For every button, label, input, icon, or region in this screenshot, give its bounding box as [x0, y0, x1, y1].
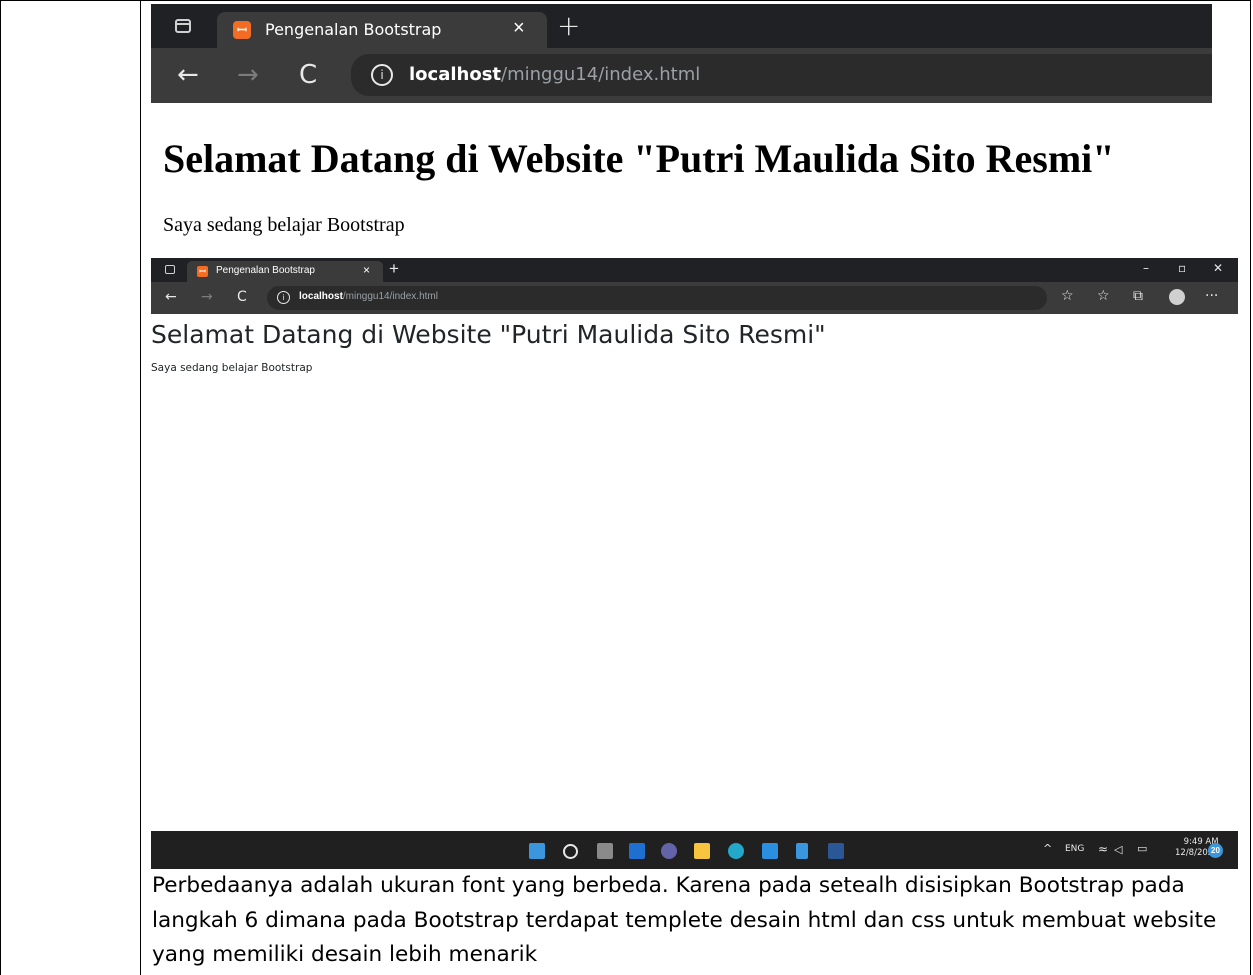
xampp-favicon-icon: ꟷ — [233, 21, 251, 39]
notification-badge[interactable]: 20 — [1208, 843, 1223, 858]
url-text: localhost/minggu14/index.html — [299, 291, 438, 302]
minimize-icon[interactable]: – — [1143, 261, 1149, 275]
tab-strip: ꟷ Pengenalan Bootstrap × + — [151, 4, 1212, 48]
teams-chat-icon[interactable] — [661, 843, 677, 859]
url-host: localhost — [299, 291, 343, 302]
back-icon[interactable]: ← — [177, 60, 199, 90]
language-indicator[interactable]: ENG — [1065, 844, 1084, 854]
tab-pengenalan-bootstrap[interactable]: ꟷ Pengenalan Bootstrap × — [187, 261, 383, 282]
tab-actions-icon[interactable] — [175, 19, 191, 33]
explanation-caption: Perbedaanya adalah ukuran font yang berb… — [152, 873, 1217, 967]
table-column-divider — [140, 0, 141, 975]
notepad-icon[interactable] — [796, 843, 808, 859]
url-path: /minggu14/index.html — [342, 291, 438, 302]
edge-icon[interactable] — [728, 843, 744, 859]
address-bar[interactable]: i localhost/minggu14/index.html — [351, 54, 1212, 96]
back-icon[interactable]: ← — [165, 289, 177, 305]
tab-actions-icon[interactable] — [165, 265, 175, 274]
close-tab-icon[interactable]: × — [363, 263, 370, 277]
tab-title: Pengenalan Bootstrap — [216, 265, 315, 276]
more-menu-icon[interactable]: ··· — [1205, 288, 1218, 304]
tab-strip: ꟷ Pengenalan Bootstrap × + – ▫ ✕ — [151, 258, 1238, 282]
profile-avatar-icon[interactable] — [1169, 289, 1185, 305]
close-tab-icon[interactable]: × — [513, 17, 525, 40]
windows-taskbar: ^ ENG ≈ ◁ ▭ 9:49 AM 12/8/2021 20 — [151, 831, 1238, 869]
start-icon[interactable] — [529, 843, 545, 859]
forward-icon[interactable]: → — [201, 289, 213, 305]
page-heading-bootstrap: Selamat Datang di Website "Putri Maulida… — [151, 320, 826, 349]
browser-screenshot-zoomed: ꟷ Pengenalan Bootstrap × + ← → C i local… — [151, 4, 1212, 103]
address-bar[interactable]: i localhost/minggu14/index.html — [267, 286, 1047, 310]
new-tab-icon[interactable]: + — [389, 259, 399, 279]
page-heading-plain: Selamat Datang di Website "Putri Maulida… — [163, 136, 1115, 181]
site-info-icon[interactable]: i — [371, 64, 393, 86]
add-favorite-icon[interactable]: ☆ — [1061, 288, 1074, 304]
reload-icon[interactable]: C — [237, 289, 247, 305]
page-paragraph-plain: Saya sedang belajar Bootstrap — [163, 214, 405, 236]
close-window-icon[interactable]: ✕ — [1213, 261, 1223, 275]
tab-title: Pengenalan Bootstrap — [265, 20, 442, 39]
navigation-bar: ← → C i localhost/minggu14/index.html — [151, 48, 1212, 103]
widgets-icon[interactable] — [629, 843, 645, 859]
volume-icon[interactable]: ◁ — [1114, 843, 1122, 856]
word-icon[interactable] — [828, 843, 844, 859]
page-viewport: Selamat Datang di Website "Putri Maulida… — [151, 314, 1238, 831]
new-tab-icon[interactable]: + — [557, 9, 580, 42]
xampp-favicon-icon: ꟷ — [197, 266, 208, 277]
battery-icon[interactable]: ▭ — [1137, 842, 1147, 855]
page-paragraph-bootstrap: Saya sedang belajar Bootstrap — [151, 362, 313, 374]
tab-pengenalan-bootstrap[interactable]: ꟷ Pengenalan Bootstrap × — [217, 12, 547, 48]
url-path: /minggu14/index.html — [501, 64, 701, 85]
file-explorer-icon[interactable] — [694, 843, 710, 859]
site-info-icon[interactable]: i — [277, 291, 290, 304]
favorites-icon[interactable]: ☆ — [1097, 288, 1110, 304]
reload-icon[interactable]: C — [299, 60, 317, 90]
restore-icon[interactable]: ▫ — [1178, 261, 1186, 275]
wifi-icon[interactable]: ≈ — [1098, 842, 1108, 856]
browser-screenshot-full: ꟷ Pengenalan Bootstrap × + – ▫ ✕ ← → C i… — [151, 258, 1238, 869]
url-text: localhost/minggu14/index.html — [409, 64, 700, 85]
collections-icon[interactable]: ⧉ — [1133, 288, 1143, 304]
forward-icon[interactable]: → — [237, 60, 259, 90]
url-host: localhost — [409, 64, 502, 85]
tray-chevron-icon[interactable]: ^ — [1043, 842, 1052, 855]
navigation-bar: ← → C i localhost/minggu14/index.html ☆ … — [151, 282, 1238, 314]
vscode-icon[interactable] — [762, 843, 778, 859]
search-icon[interactable] — [563, 844, 578, 859]
task-view-icon[interactable] — [597, 843, 613, 859]
